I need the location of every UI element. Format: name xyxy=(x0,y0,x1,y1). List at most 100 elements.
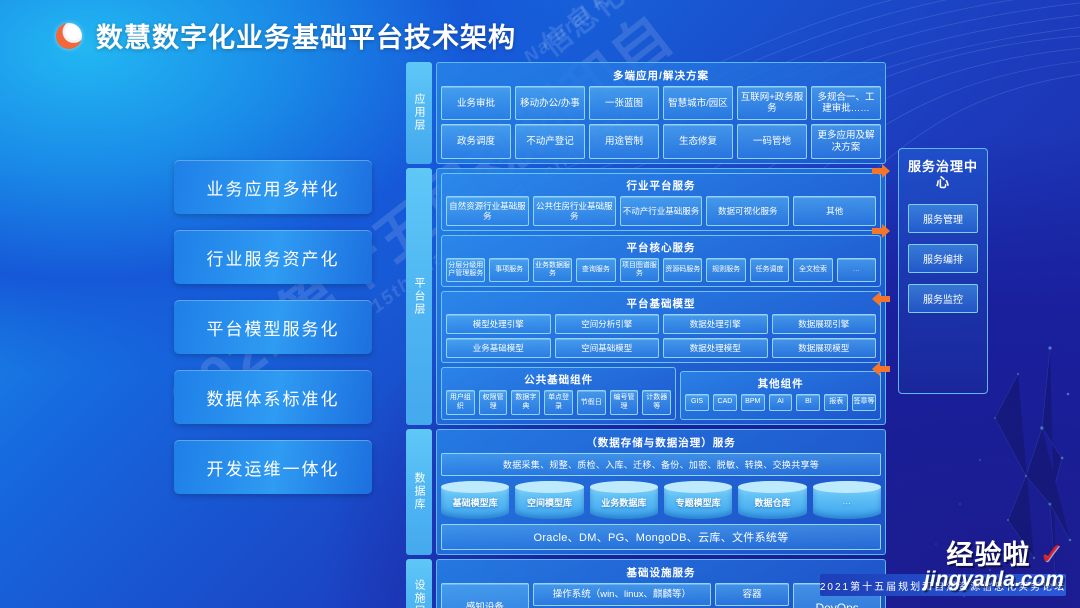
layer-tag-application: 应用层 xyxy=(406,62,432,164)
base-model-chip[interactable]: 数据展现模型 xyxy=(771,338,876,359)
service-governance-panel: 服务治理中心 服务管理 服务编排 服务监控 xyxy=(898,148,988,394)
pillar-item[interactable]: 业务应用多样化 xyxy=(174,160,372,214)
app-chip[interactable]: 多规合一、工建审批…… xyxy=(811,86,881,121)
industry-chip[interactable]: 公共住房行业基础服务 xyxy=(532,195,616,226)
governance-item-service-monitoring[interactable]: 服务监控 xyxy=(908,283,978,313)
app-chip[interactable]: 不动产登记 xyxy=(515,124,585,159)
common-component-chip[interactable]: 计数器等 xyxy=(642,390,672,415)
app-chip[interactable]: 用途管制 xyxy=(589,124,659,159)
app-chip[interactable]: 移动办公/办事 xyxy=(515,86,585,121)
pillar-item[interactable]: 数据体系标准化 xyxy=(174,370,372,424)
pillar-label: 平台模型服务化 xyxy=(206,319,340,339)
core-chip[interactable]: 查询服务 xyxy=(576,257,616,283)
common-component-chip[interactable]: 节假日 xyxy=(576,390,606,415)
infra-sensing-device[interactable]: 感知设备 xyxy=(441,582,529,608)
core-chip-more[interactable]: … xyxy=(836,257,877,283)
common-component-chip[interactable]: 单点登录 xyxy=(544,390,573,415)
pillar-item[interactable]: 行业服务资产化 xyxy=(174,230,372,284)
core-chip[interactable]: 业务数据服务 xyxy=(532,257,573,283)
data-store-cylinder[interactable]: 空间模型库 xyxy=(515,480,584,519)
core-chip[interactable]: 资源码服务 xyxy=(663,257,703,283)
application-row-1: 业务审批 移动办公/办事 一张蓝图 智慧城市/园区 互联网+政务服务 多规合一、… xyxy=(441,86,881,121)
other-components-row: GIS CAD BPM AI BI 报表 签章等 xyxy=(685,394,876,411)
layer-tag-database: 数据库 xyxy=(406,428,432,555)
components-split: 公共基础组件 用户组织 权限管理 数据字典 单点登录 节假日 编号管理 计数器等… xyxy=(441,367,881,420)
base-model-chip[interactable]: 业务基础模型 xyxy=(446,338,551,359)
value-pillar-list: 业务应用多样化 行业服务资产化 平台模型服务化 数据体系标准化 开发运维一体化 xyxy=(174,160,372,494)
data-store-cylinder-more[interactable]: … xyxy=(812,480,882,519)
data-store-cylinder[interactable]: 基础模型库 xyxy=(441,480,510,519)
common-component-chip[interactable]: 用户组织 xyxy=(446,390,475,415)
industry-chip[interactable]: 不动产行业基础服务 xyxy=(619,195,703,226)
app-chip[interactable]: 互联网+政务服务 xyxy=(737,86,807,121)
base-model-chip[interactable]: 数据处理模型 xyxy=(663,338,768,359)
other-component-chip[interactable]: 报表 xyxy=(824,394,849,411)
base-model-chip[interactable]: 模型处理引擎 xyxy=(446,314,551,335)
common-component-chip[interactable]: 权限管理 xyxy=(478,390,508,415)
other-component-chip[interactable]: BI xyxy=(796,394,821,411)
other-components-title: 其他组件 xyxy=(757,378,804,391)
governance-item-service-orchestration[interactable]: 服务编排 xyxy=(908,243,978,273)
application-layer-body: 多端应用/解决方案 业务审批 移动办公/办事 一张蓝图 智慧城市/园区 互联网+… xyxy=(436,62,886,164)
base-model-chip[interactable]: 数据展现引擎 xyxy=(771,314,876,335)
other-components-panel: 其他组件 GIS CAD BPM AI BI 报表 签章等 xyxy=(680,371,881,420)
other-component-chip[interactable]: 签章等 xyxy=(852,394,876,411)
data-store-label: … xyxy=(842,495,852,506)
watermark-latin: Natural Resources Informatization xyxy=(520,0,829,69)
pillar-item[interactable]: 开发运维一体化 xyxy=(174,440,372,494)
core-chip[interactable]: 分层分级用户管理服务 xyxy=(446,257,486,283)
infra-os[interactable]: 操作系统（win、linux、麒麟等） xyxy=(532,582,711,607)
infrastructure-grid: 感知设备 操作系统（win、linux、麒麟等） 物理机 云 容器 网络等 De… xyxy=(441,582,881,608)
app-chip[interactable]: 一码管地 xyxy=(737,124,807,159)
other-component-chip[interactable]: GIS xyxy=(685,394,709,411)
base-model-chip[interactable]: 数据处理引擎 xyxy=(663,314,768,335)
conference-footer-band: 2021第十五届规划和自然资源信息化实务论坛 xyxy=(820,574,1066,596)
platform-core-services-panel: 平台核心服务 分层分级用户管理服务 事项服务 业务数据服务 查询服务 项目图谱服… xyxy=(441,234,881,288)
base-model-chip[interactable]: 空间分析引擎 xyxy=(554,314,659,335)
core-panel-title: 平台核心服务 xyxy=(626,241,696,254)
core-chip[interactable]: 项目图谱服务 xyxy=(619,257,660,283)
other-component-chip[interactable]: BPM xyxy=(740,394,765,411)
industry-panel-title: 行业平台服务 xyxy=(626,179,696,192)
data-store-cylinder[interactable]: 业务数据库 xyxy=(589,480,659,519)
industry-chip[interactable]: 数据可视化服务 xyxy=(706,195,790,226)
data-store-label: 数据仓库 xyxy=(754,497,791,508)
pillar-label: 行业服务资产化 xyxy=(206,249,340,269)
app-chip[interactable]: 智慧城市/园区 xyxy=(663,86,733,121)
base-model-chip[interactable]: 空间基础模型 xyxy=(554,338,659,359)
core-chip[interactable]: 事项服务 xyxy=(489,257,529,283)
core-chip[interactable]: 规则服务 xyxy=(706,257,746,283)
other-component-chip[interactable]: AI xyxy=(768,394,793,411)
data-store-cylinder[interactable]: 数据仓库 xyxy=(738,480,807,519)
other-component-chip[interactable]: CAD xyxy=(713,394,737,411)
common-component-chip[interactable]: 数据字典 xyxy=(511,390,541,415)
layer-tag-infrastructure: 设施层 xyxy=(406,558,432,608)
app-chip[interactable]: 更多应用及解决方案 xyxy=(811,124,881,159)
data-store-row: 基础模型库 空间模型库 业务数据库 专题模型库 数据仓库 … xyxy=(441,480,882,519)
infra-container[interactable]: 容器 xyxy=(715,582,790,607)
industry-chip[interactable]: 自然资源行业基础服务 xyxy=(446,195,529,226)
watermark-main: 信息化实务论坛 xyxy=(530,0,734,65)
data-store-label: 基础模型库 xyxy=(452,497,498,508)
app-chip[interactable]: 一张蓝图 xyxy=(589,86,659,121)
core-chip[interactable]: 任务调度 xyxy=(749,257,790,283)
circle-logo-icon xyxy=(56,22,82,49)
app-chip[interactable]: 生态修复 xyxy=(663,124,733,159)
service-governance-title: 服务治理中心 xyxy=(908,159,979,191)
base-model-panel-title: 平台基础模型 xyxy=(626,298,696,311)
platform-layer-body: 行业平台服务 自然资源行业基础服务 公共住房行业基础服务 不动产行业基础服务 数… xyxy=(436,167,886,425)
database-panel-title: （数据存储与数据治理）服务 xyxy=(586,436,736,449)
governance-item-service-management[interactable]: 服务管理 xyxy=(908,203,978,233)
app-chip[interactable]: 政务调度 xyxy=(441,124,511,159)
common-components-panel: 公共基础组件 用户组织 权限管理 数据字典 单点登录 节假日 编号管理 计数器等 xyxy=(441,367,677,420)
pillar-item[interactable]: 平台模型服务化 xyxy=(174,300,372,354)
industry-chip[interactable]: 其他 xyxy=(793,195,876,226)
infra-container-column: 容器 网络等 xyxy=(715,582,790,608)
core-chip[interactable]: 全文检索 xyxy=(793,257,833,283)
app-chip[interactable]: 业务审批 xyxy=(441,86,511,121)
infrastructure-layer: 设施层 基础设施服务 感知设备 操作系统（win、linux、麒麟等） 物理机 … xyxy=(406,558,886,608)
common-component-chip[interactable]: 编号管理 xyxy=(609,390,639,415)
database-engines-bar: Oracle、DM、PG、MongoDB、云库、文件系统等 xyxy=(441,523,881,550)
check-mark-icon: ✓ xyxy=(1038,538,1064,571)
data-store-cylinder[interactable]: 专题模型库 xyxy=(663,480,733,519)
